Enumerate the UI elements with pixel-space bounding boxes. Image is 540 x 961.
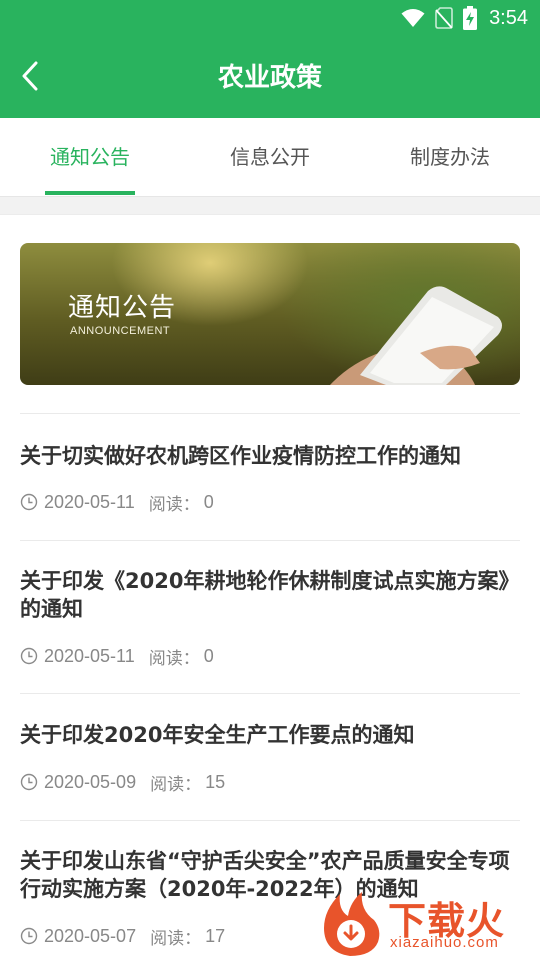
news-meta: 2020-05-09 阅读： 15 [20,770,226,795]
news-title: 关于切实做好农机跨区作业疫情防控工作的通知 [20,444,461,468]
watermark-logo: 下载火 xiazaihuo.com [318,888,540,960]
banner-subtitle: ANNOUNCEMENT [70,325,171,337]
clock-icon [20,493,38,511]
tab-notices[interactable]: 通知公告 [0,118,180,196]
news-date: 2020-05-09 [44,771,137,792]
news-item[interactable]: 关于印发《2020年耕地轮作休耕制度试点实施方案》的通知 2020-05-11 … [20,540,520,693]
read-count: 17 [205,925,226,946]
clock-icon [20,773,38,791]
hand-phone-icon [330,286,502,385]
read-label: 阅读： [148,648,200,669]
news-date: 2020-05-07 [44,925,137,946]
news-title: 关于印发《2020年耕地轮作休耕制度试点实施方案》的通知 [20,569,520,621]
news-item[interactable]: 关于印发2020年安全生产工作要点的通知 2020-05-09 阅读： 15 [20,693,520,820]
read-label: 阅读： [150,928,202,949]
tab-regulations[interactable]: 制度办法 [360,118,540,196]
banner-image[interactable]: 通知公告 ANNOUNCEMENT [20,243,520,385]
app-bar: 3:54 农业政策 [0,0,540,118]
tab-information[interactable]: 信息公开 [180,118,360,196]
tab-bar: 通知公告 信息公开 制度办法 [0,118,540,197]
news-date: 2020-05-11 [44,491,135,512]
watermark-url: xiazaihuo.com [390,934,499,951]
section-divider [0,197,540,215]
no-sim-icon [435,7,453,29]
status-bar: 3:54 [0,0,540,36]
read-count: 15 [205,771,226,792]
flame-icon [324,892,380,956]
news-meta: 2020-05-11 阅读： 0 [20,490,214,515]
clock-icon [20,647,38,665]
news-item[interactable]: 关于切实做好农机跨区作业疫情防控工作的通知 2020-05-11 阅读： 0 [20,413,520,540]
status-time: 3:54 [489,6,528,29]
battery-charging-icon [463,6,478,30]
read-count: 0 [203,491,214,512]
news-date: 2020-05-11 [44,645,135,666]
clock-icon [20,927,38,945]
wifi-icon [401,8,425,28]
active-tab-indicator [45,191,135,195]
read-label: 阅读： [150,774,202,795]
banner-title: 通知公告 [68,293,177,323]
news-meta: 2020-05-07 阅读： 17 [20,924,226,949]
news-title: 关于印发2020年安全生产工作要点的通知 [20,723,415,747]
page-title: 农业政策 [217,63,322,93]
read-count: 0 [203,645,214,666]
news-meta: 2020-05-11 阅读： 0 [20,644,214,669]
read-label: 阅读： [148,494,200,515]
